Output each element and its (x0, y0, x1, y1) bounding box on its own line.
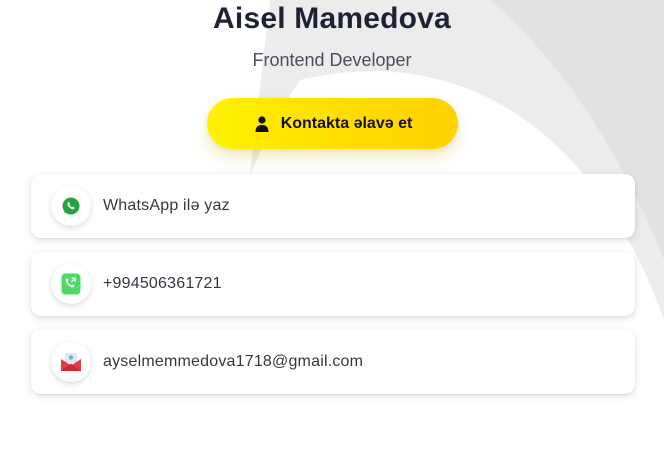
profile-title: Frontend Developer (252, 50, 412, 70)
whatsapp-label: WhatsApp ilə yaz (103, 197, 230, 214)
profile-card: Aisel Mamedova Frontend Developer Kontak… (0, 0, 664, 451)
person-icon (253, 115, 271, 133)
phone-icon (51, 264, 91, 304)
profile-name: Aisel Mamedova (213, 2, 451, 35)
email-label: ayselmemmedova1718@gmail.com (103, 353, 364, 370)
mail-icon (51, 342, 91, 382)
add-contact-label: Kontakta əlavə et (280, 114, 413, 132)
whatsapp-icon (51, 186, 91, 226)
whatsapp-link[interactable]: WhatsApp ilə yaz (31, 174, 635, 238)
email-link[interactable]: ayselmemmedova1718@gmail.com (31, 330, 635, 394)
phone-label: +994506361721 (103, 275, 222, 292)
phone-link[interactable]: +994506361721 (31, 252, 635, 316)
add-contact-button[interactable]: Kontakta əlavə et (207, 98, 458, 149)
